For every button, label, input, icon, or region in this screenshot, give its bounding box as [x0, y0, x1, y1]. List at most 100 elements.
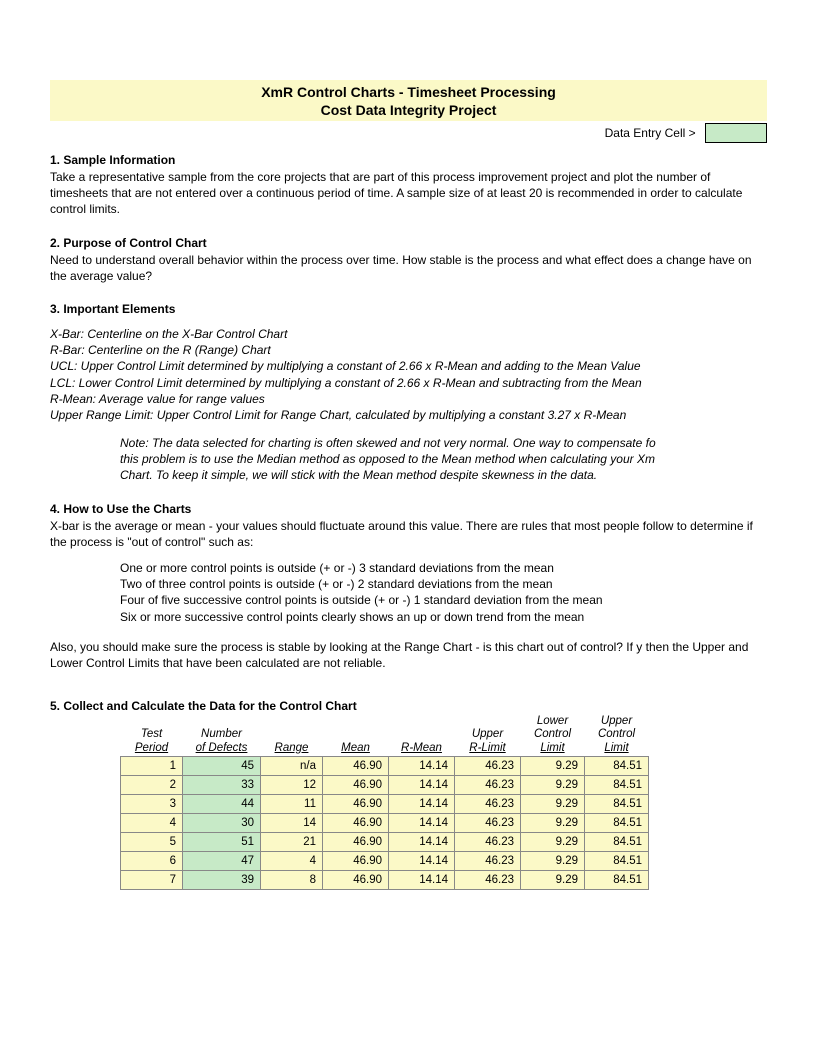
- table-cell[interactable]: 46.90: [323, 813, 389, 832]
- table-cell[interactable]: n/a: [261, 756, 323, 775]
- table-cell[interactable]: 84.51: [585, 832, 649, 851]
- table-cell[interactable]: 84.51: [585, 756, 649, 775]
- table-cell[interactable]: 6: [121, 851, 183, 870]
- table-cell[interactable]: 4: [261, 851, 323, 870]
- table-cell[interactable]: 46.23: [455, 775, 521, 794]
- table-cell[interactable]: 30: [183, 813, 261, 832]
- section-3-heading: 3. Important Elements: [50, 302, 767, 316]
- table-cell[interactable]: 44: [183, 794, 261, 813]
- table-cell[interactable]: 14.14: [389, 775, 455, 794]
- table-cell[interactable]: 84.51: [585, 775, 649, 794]
- table-cell[interactable]: 4: [121, 813, 183, 832]
- table-cell[interactable]: 21: [261, 832, 323, 851]
- table-row: 145n/a46.9014.1446.239.2984.51: [121, 756, 649, 775]
- table-cell[interactable]: 9.29: [521, 832, 585, 851]
- table-row: 3441146.9014.1446.239.2984.51: [121, 794, 649, 813]
- table-cell[interactable]: 9.29: [521, 775, 585, 794]
- table-cell[interactable]: 9.29: [521, 794, 585, 813]
- table-cell[interactable]: 11: [261, 794, 323, 813]
- table-cell[interactable]: 46.90: [323, 794, 389, 813]
- hdr-lcl-2: Control: [534, 728, 571, 740]
- section-5-heading: 5. Collect and Calculate the Data for th…: [50, 699, 767, 713]
- hdr-upper: Upper: [472, 728, 503, 740]
- note-line-1: Note: The data selected for charting is …: [120, 435, 767, 451]
- table-cell[interactable]: 1: [121, 756, 183, 775]
- hdr-mean: Mean: [341, 742, 370, 754]
- table-cell[interactable]: 2: [121, 775, 183, 794]
- table-cell[interactable]: 84.51: [585, 851, 649, 870]
- table-cell[interactable]: 12: [261, 775, 323, 794]
- section-4-p1: X-bar is the average or mean - your valu…: [50, 518, 767, 550]
- table-cell[interactable]: 14.14: [389, 813, 455, 832]
- title-line-1: XmR Control Charts - Timesheet Processin…: [50, 84, 767, 102]
- data-table: TestPeriod Numberof Defects Range Mean R…: [120, 715, 649, 890]
- table-cell[interactable]: 9.29: [521, 813, 585, 832]
- table-cell[interactable]: 51: [183, 832, 261, 851]
- table-row: 647446.9014.1446.239.2984.51: [121, 851, 649, 870]
- hdr-ucl-1: Upper: [601, 715, 632, 727]
- table-cell[interactable]: 46.23: [455, 832, 521, 851]
- data-entry-cell[interactable]: [705, 123, 767, 143]
- table-cell[interactable]: 14.14: [389, 756, 455, 775]
- title-line-2: Cost Data Integrity Project: [50, 102, 767, 120]
- table-row: 739846.9014.1446.239.2984.51: [121, 870, 649, 889]
- page-container: XmR Control Charts - Timesheet Processin…: [0, 0, 817, 930]
- note-line-2: this problem is to use the Median method…: [120, 451, 767, 467]
- table-cell[interactable]: 84.51: [585, 870, 649, 889]
- table-cell[interactable]: 9.29: [521, 851, 585, 870]
- section-4-p2: Also, you should make sure the process i…: [50, 639, 767, 671]
- table-cell[interactable]: 47: [183, 851, 261, 870]
- hdr-test: Test: [141, 728, 162, 740]
- table-header-row: TestPeriod Numberof Defects Range Mean R…: [121, 715, 649, 756]
- data-entry-row: Data Entry Cell >: [50, 123, 767, 143]
- def-url: Upper Range Limit: Upper Control Limit f…: [50, 407, 767, 423]
- section-1-text: Take a representative sample from the co…: [50, 169, 767, 218]
- table-cell[interactable]: 46.23: [455, 851, 521, 870]
- table-cell[interactable]: 9.29: [521, 756, 585, 775]
- hdr-rmean: R-Mean: [401, 742, 442, 754]
- table-cell[interactable]: 84.51: [585, 813, 649, 832]
- table-cell[interactable]: 46.90: [323, 832, 389, 851]
- table-cell[interactable]: 45: [183, 756, 261, 775]
- def-xbar: X-Bar: Centerline on the X-Bar Control C…: [50, 326, 767, 342]
- table-cell[interactable]: 84.51: [585, 794, 649, 813]
- table-cell[interactable]: 7: [121, 870, 183, 889]
- table-cell[interactable]: 8: [261, 870, 323, 889]
- table-cell[interactable]: 46.90: [323, 756, 389, 775]
- section-4-heading: 4. How to Use the Charts: [50, 502, 767, 516]
- hdr-number: Number: [201, 728, 242, 740]
- rule-1: One or more control points is outside (+…: [120, 560, 767, 576]
- table-cell[interactable]: 46.90: [323, 870, 389, 889]
- table-cell[interactable]: 14.14: [389, 870, 455, 889]
- section-4-rules: One or more control points is outside (+…: [120, 560, 767, 625]
- hdr-defects: of Defects: [196, 742, 248, 754]
- rule-4: Six or more successive control points cl…: [120, 609, 767, 625]
- hdr-ucl-2: Control: [598, 728, 635, 740]
- table-cell[interactable]: 5: [121, 832, 183, 851]
- table-cell[interactable]: 9.29: [521, 870, 585, 889]
- table-row: 5512146.9014.1446.239.2984.51: [121, 832, 649, 851]
- table-cell[interactable]: 14.14: [389, 832, 455, 851]
- section-2-heading: 2. Purpose of Control Chart: [50, 236, 767, 250]
- hdr-ucl-3: Limit: [604, 742, 628, 754]
- table-cell[interactable]: 3: [121, 794, 183, 813]
- table-cell[interactable]: 33: [183, 775, 261, 794]
- rule-3: Four of five successive control points i…: [120, 592, 767, 608]
- data-entry-label: Data Entry Cell >: [605, 126, 696, 140]
- hdr-lcl-1: Lower: [537, 715, 568, 727]
- table-cell[interactable]: 39: [183, 870, 261, 889]
- hdr-lcl-3: Limit: [540, 742, 564, 754]
- table-cell[interactable]: 46.90: [323, 851, 389, 870]
- table-cell[interactable]: 46.23: [455, 756, 521, 775]
- data-table-wrap: TestPeriod Numberof Defects Range Mean R…: [120, 715, 767, 890]
- table-cell[interactable]: 46.23: [455, 813, 521, 832]
- table-cell[interactable]: 46.23: [455, 870, 521, 889]
- table-cell[interactable]: 46.90: [323, 775, 389, 794]
- table-cell[interactable]: 14.14: [389, 851, 455, 870]
- table-body: 145n/a46.9014.1446.239.2984.512331246.90…: [121, 756, 649, 889]
- section-3-note: Note: The data selected for charting is …: [120, 435, 767, 484]
- table-cell[interactable]: 14: [261, 813, 323, 832]
- section-1-heading: 1. Sample Information: [50, 153, 767, 167]
- table-cell[interactable]: 46.23: [455, 794, 521, 813]
- table-cell[interactable]: 14.14: [389, 794, 455, 813]
